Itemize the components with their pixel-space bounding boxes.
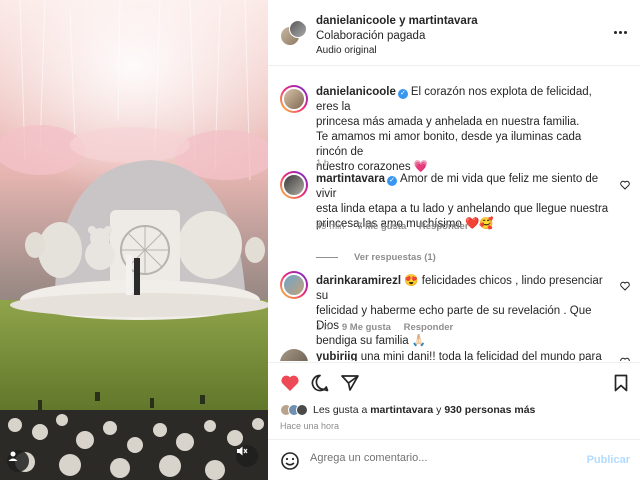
avatar (296, 404, 308, 416)
avatar[interactable] (280, 85, 308, 113)
like-comment-heart-icon[interactable] (620, 180, 630, 190)
comment-meta: 49 min 7 Me gusta Responder (316, 221, 469, 232)
view-replies-button[interactable]: Ver respuestas (1) (316, 252, 436, 263)
like-comment-heart-icon[interactable] (620, 281, 630, 291)
likes-text: Les gusta a martintavara y 930 personas … (313, 404, 535, 416)
comment-text: yubiriig una mini dani!! toda la felicid… (316, 350, 612, 361)
comment-meta: 1 h 9 Me gusta Responder (316, 322, 453, 333)
comment-emoji: ❤️🥰 (464, 218, 494, 230)
comment-username[interactable]: danielanicoole (316, 86, 396, 98)
post-author-names[interactable]: danielanicoole y martintavara (316, 15, 478, 27)
collab-avatar[interactable] (280, 20, 308, 48)
more-options-button[interactable] (612, 24, 628, 40)
comment-username[interactable]: darinkaramirezl (316, 275, 401, 287)
comment-emoji: 🙏🏻 (411, 335, 427, 347)
comment-text: danielanicoole ✓ El corazón nos explota de… (316, 85, 612, 175)
avatar[interactable] (280, 171, 308, 199)
bookmark-icon[interactable] (611, 373, 631, 393)
tagged-people-button[interactable] (7, 450, 29, 472)
speaker-muted-icon (237, 446, 248, 456)
likes-count[interactable]: 930 personas más (444, 404, 535, 416)
audio-label[interactable]: Audio original (316, 45, 377, 56)
comment-time[interactable]: 1 h (316, 158, 329, 169)
likes-prefix: Les gusta a (313, 404, 368, 416)
smiley-icon[interactable] (280, 451, 300, 471)
comment-time[interactable]: 1 h (316, 322, 329, 333)
comment-line: princesa más amada y anhelada en nuestra… (316, 116, 580, 128)
reply-button[interactable]: Responder (404, 322, 454, 333)
comment-input[interactable] (310, 452, 580, 464)
like-comment-heart-icon[interactable] (620, 357, 630, 361)
mute-button[interactable] (236, 445, 258, 467)
comment-emoji: 😍 (404, 275, 419, 287)
comment-time[interactable]: 49 min (316, 221, 345, 232)
comment-line: bendiga su familia (316, 335, 409, 347)
verified-badge-icon: ✓ (397, 89, 408, 99)
person-icon (8, 451, 18, 461)
comment-line: una mini dani!! toda la felicidad del mu… (360, 351, 602, 361)
likes-joiner: y (436, 404, 442, 416)
avatar[interactable] (280, 271, 308, 299)
post-detail-panel: danielanicoole y martintavara Colaboraci… (268, 0, 640, 480)
post-header: danielanicoole y martintavara Colaboraci… (268, 0, 640, 66)
post-media-video[interactable] (0, 0, 268, 480)
heart-filled-icon[interactable] (280, 373, 300, 393)
comment-meta: 1 h (316, 158, 329, 169)
add-comment-bar: Publicar (268, 439, 640, 480)
likes-summary[interactable]: Les gusta a martintavara y 930 personas … (280, 402, 535, 418)
event-scene-image (0, 0, 268, 480)
publish-button[interactable]: Publicar (587, 454, 630, 466)
post-timestamp[interactable]: Hace una hora (280, 421, 339, 431)
comment-text: darinkaramirezl 😍 felicidades chicos , l… (316, 274, 612, 349)
comment-line: esta linda etapa a tu lado y anhelando q… (316, 203, 609, 215)
post-actions-bar (268, 362, 640, 402)
send-icon[interactable] (340, 373, 360, 393)
more-horizontal-icon (613, 30, 617, 34)
comment-username[interactable]: yubiriig (316, 351, 358, 361)
comment-line: Te amamos mi amor bonito, desde ya ilumi… (316, 131, 582, 158)
comment-likes[interactable]: 7 Me gusta (357, 221, 406, 232)
avatar[interactable] (280, 349, 308, 361)
comment-icon[interactable] (310, 373, 330, 393)
paid-partnership-label[interactable]: Colaboración pagada (316, 30, 425, 42)
comment-username[interactable]: martintavara (316, 173, 385, 185)
verified-badge-icon: ✓ (387, 176, 398, 186)
liker-username[interactable]: martintavara (370, 404, 433, 416)
reply-button[interactable]: Responder (419, 221, 469, 232)
comment-likes[interactable]: 9 Me gusta (342, 322, 391, 333)
comments-list[interactable]: danielanicoole ✓ El corazón nos explota de… (268, 67, 640, 361)
